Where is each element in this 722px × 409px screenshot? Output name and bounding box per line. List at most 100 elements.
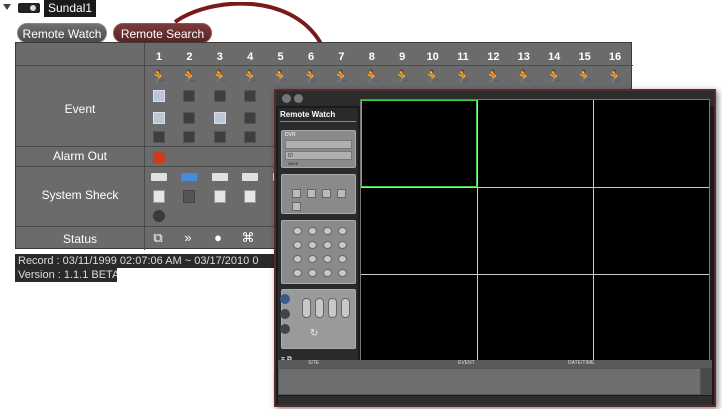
video-loss-event-icon[interactable] — [213, 112, 226, 124]
layout-4-button[interactable] — [307, 189, 316, 198]
channel-number: 12 — [487, 51, 500, 63]
sensor-event-icon[interactable] — [153, 90, 165, 102]
motion-event-icon[interactable]: 🏃 — [393, 69, 411, 85]
window-circle-button[interactable] — [282, 94, 291, 103]
channel-number: 16 — [608, 51, 622, 63]
motion-event-icon[interactable]: 🏃 — [180, 69, 198, 85]
channel-key-button[interactable] — [308, 227, 317, 235]
network-icon[interactable]: ⌘ — [240, 231, 256, 245]
sensor-event-icon[interactable] — [213, 90, 226, 102]
channel-number: 8 — [368, 51, 375, 63]
video-grid[interactable] — [360, 99, 710, 363]
channel-key-button[interactable] — [323, 269, 332, 277]
camera-check-icon[interactable] — [181, 173, 198, 181]
ptz-button[interactable] — [302, 298, 311, 318]
motion-event-icon[interactable]: 🏃 — [150, 69, 168, 85]
channel-number: 11 — [457, 51, 469, 63]
motion-event-icon[interactable]: 🏃 — [515, 69, 533, 85]
channel-key-button[interactable] — [293, 241, 302, 249]
channel-key-button[interactable] — [293, 255, 302, 263]
channel-number: 3 — [216, 51, 223, 63]
tamper-event-icon[interactable] — [153, 131, 165, 143]
remote-watch-tab[interactable]: Remote Watch — [17, 23, 107, 43]
channel-key-button[interactable] — [338, 255, 347, 263]
event-log-list[interactable] — [278, 368, 701, 395]
motion-event-icon[interactable]: 🏃 — [211, 69, 229, 85]
motion-event-icon[interactable]: 🏃 — [454, 69, 472, 85]
tamper-event-icon[interactable] — [183, 131, 196, 143]
ptz-mode-icon[interactable] — [280, 324, 290, 334]
channel-key-button[interactable] — [323, 227, 332, 235]
channel-key-button[interactable] — [308, 241, 317, 249]
record-status-icon[interactable]: ⧉ — [150, 231, 166, 245]
tamper-event-icon[interactable] — [244, 131, 257, 143]
tamper-event-icon[interactable] — [213, 131, 226, 143]
alarm-out-icon[interactable] — [153, 151, 165, 163]
ptz-button[interactable] — [328, 298, 337, 318]
camera-check-icon[interactable] — [211, 173, 228, 181]
alarm-out-label: Alarm Out — [52, 149, 107, 163]
video-loss-event-icon[interactable] — [183, 112, 196, 124]
motion-event-icon[interactable]: 🏃 — [484, 69, 502, 85]
remote-watch-window: Remote Watch DVR ID SAVE ↻ ⌗ ⧉ — [274, 89, 716, 407]
channel-number: 15 — [578, 51, 591, 63]
remote-watch-title: Remote Watch — [280, 110, 336, 119]
motion-event-icon[interactable]: 🏃 — [576, 69, 594, 85]
motion-event-icon[interactable]: 🏃 — [241, 69, 259, 85]
channel-key-button[interactable] — [293, 269, 302, 277]
system-check-dot-icon[interactable] — [153, 210, 165, 222]
channel-number: 6 — [307, 51, 315, 63]
channel-number: 2 — [186, 51, 193, 63]
channel-key-button[interactable] — [338, 241, 347, 249]
disk-check-icon[interactable] — [183, 190, 196, 203]
ptz-button[interactable] — [315, 298, 324, 318]
layout-16-button[interactable] — [337, 189, 346, 198]
motion-event-icon[interactable]: 🏃 — [272, 69, 290, 85]
channel-key-button[interactable] — [293, 227, 302, 235]
version-text: Version : 1.1.1 BETA — [15, 268, 117, 282]
channel-key-button[interactable] — [323, 241, 332, 249]
ptz-button[interactable] — [341, 298, 350, 318]
layout-custom-button[interactable] — [292, 202, 301, 211]
ptz-mode-icon[interactable] — [280, 309, 290, 319]
refresh-icon[interactable]: ↻ — [310, 328, 318, 339]
dvr-field[interactable] — [285, 140, 352, 149]
channel-key-button[interactable] — [338, 269, 347, 277]
title-bar: Sundal1 — [0, 0, 110, 17]
layout-1-button[interactable] — [292, 189, 301, 198]
video-loss-event-icon[interactable] — [153, 112, 165, 124]
motion-event-icon[interactable]: 🏃 — [302, 69, 320, 85]
channel-key-button[interactable] — [308, 255, 317, 263]
video-loss-event-icon[interactable] — [244, 112, 257, 124]
window-circle-button[interactable] — [294, 94, 303, 103]
motion-event-icon[interactable]: 🏃 — [545, 69, 563, 85]
channel-number: 7 — [338, 51, 345, 63]
disk-check-icon[interactable] — [153, 190, 165, 203]
status-label: Status — [62, 232, 98, 246]
channel-key-button[interactable] — [308, 269, 317, 277]
channel-key-button[interactable] — [323, 255, 332, 263]
motion-event-icon[interactable]: 🏃 — [606, 69, 624, 85]
disk-check-icon[interactable] — [244, 190, 257, 203]
dvr-device-icon — [18, 3, 40, 13]
motion-event-icon[interactable]: 🏃 — [424, 69, 442, 85]
selected-video-cell[interactable] — [361, 100, 477, 187]
camera-check-icon[interactable] — [151, 173, 167, 181]
disk-check-icon[interactable] — [213, 190, 226, 203]
motion-event-icon[interactable]: 🏃 — [332, 69, 350, 85]
ptz-mode-icon[interactable] — [280, 294, 290, 304]
channel-key-button[interactable] — [338, 227, 347, 235]
event-log-scrollbar[interactable] — [701, 368, 712, 395]
camera-check-icon[interactable] — [242, 173, 259, 181]
sensor-event-icon[interactable] — [244, 90, 257, 102]
fast-forward-icon[interactable]: » — [180, 231, 196, 245]
motion-event-icon[interactable]: 🏃 — [363, 69, 381, 85]
collapse-arrow-icon[interactable] — [3, 4, 11, 10]
device-name: Sundal1 — [44, 0, 97, 17]
layout-9-button[interactable] — [322, 189, 331, 198]
sensor-event-icon[interactable] — [183, 90, 196, 102]
record-dot-icon[interactable]: ● — [210, 231, 226, 245]
id-field[interactable]: ID — [285, 151, 352, 160]
channel-number: 5 — [277, 51, 284, 63]
channel-number: 4 — [247, 51, 254, 63]
